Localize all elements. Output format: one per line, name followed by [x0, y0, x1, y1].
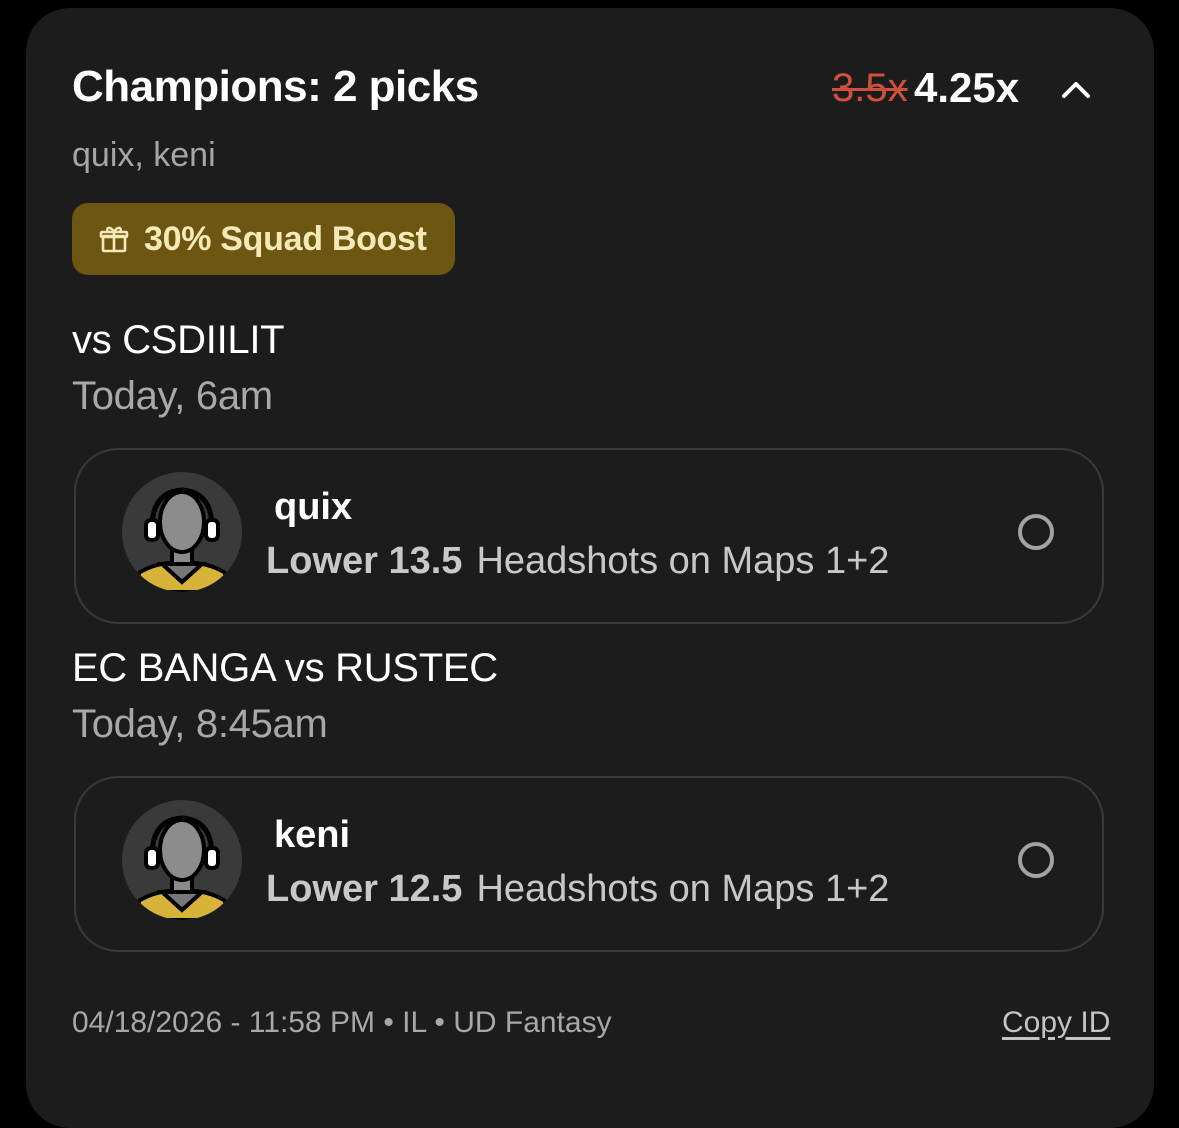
pick-line: Lower 13.5 Headshots on Maps 1+2: [266, 540, 889, 583]
radio-empty-icon[interactable]: [1018, 842, 1054, 878]
pick-stat: Headshots on Maps 1+2: [476, 540, 890, 582]
player-name: keni: [274, 814, 351, 856]
copy-id-link[interactable]: Copy ID: [1002, 1006, 1110, 1040]
pick-stat: Headshots on Maps 1+2: [476, 868, 890, 910]
pick-direction: Lower 13.5: [266, 540, 463, 582]
gift-icon: [99, 226, 129, 253]
pick-card[interactable]: quix Lower 13.5 Headshots on Maps 1+2: [74, 448, 1104, 624]
match-teams: EC BANGA vs RUSTEC: [72, 646, 498, 690]
entry-title: Champions: 2 picks: [72, 62, 479, 111]
boosted-multiplier: 4.25x: [914, 64, 1020, 111]
pick-line: Lower 12.5 Headshots on Maps 1+2: [266, 868, 889, 911]
squad-boost-label: 30% Squad Boost: [144, 219, 427, 258]
match-time: Today, 8:45am: [72, 702, 328, 746]
match-time: Today, 6am: [72, 374, 273, 418]
player-name: quix: [274, 486, 353, 528]
match-teams: vs CSDIILIT: [72, 318, 285, 362]
entry-meta: 04/18/2026 - 11:58 PM • IL • UD Fantasy: [72, 1006, 612, 1039]
chevron-up-icon[interactable]: [1058, 72, 1094, 108]
original-multiplier: 3.5x: [832, 66, 908, 110]
radio-empty-icon[interactable]: [1018, 514, 1054, 550]
player-silhouette-icon: [122, 800, 242, 920]
squad-boost-badge: 30% Squad Boost: [72, 203, 455, 275]
picked-players: quix, keni: [72, 136, 216, 174]
pick-card[interactable]: keni Lower 12.5 Headshots on Maps 1+2: [74, 776, 1104, 952]
player-silhouette-icon: [122, 472, 242, 592]
pick-direction: Lower 12.5: [266, 868, 463, 910]
